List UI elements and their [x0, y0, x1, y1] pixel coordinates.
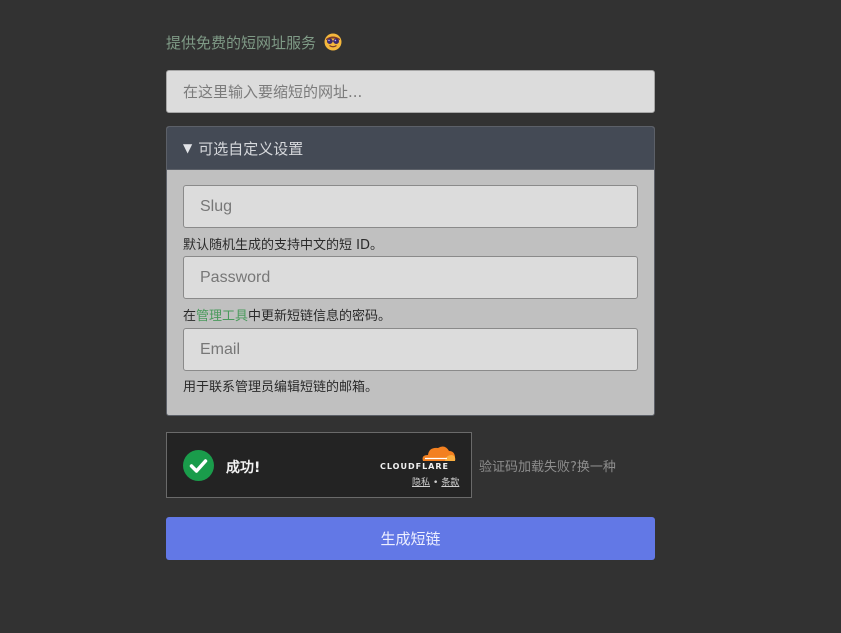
cloudflare-cloud-icon	[419, 443, 457, 463]
slug-hint: 默认随机生成的支持中文的短 ID。	[183, 238, 383, 253]
email-hint: 用于联系管理员编辑短链的邮箱。	[183, 380, 379, 395]
turnstile-captcha-widget: 成功! CLOUDFLARE 隐私 • 条款	[166, 432, 472, 498]
generate-short-link-button[interactable]: 生成短链	[166, 517, 655, 560]
url-input[interactable]	[166, 70, 655, 113]
admin-tool-link[interactable]: 管理工具	[196, 309, 248, 324]
emoji-cool-face-icon	[324, 33, 342, 51]
password-input[interactable]	[183, 256, 638, 299]
privacy-link[interactable]: 隐私	[412, 478, 430, 488]
optional-settings-label: 可选自定义设置	[198, 139, 304, 158]
tagline-text: 提供免费的短网址服务	[166, 33, 317, 52]
password-hint-suffix: 中更新短链信息的密码。	[248, 309, 392, 324]
terms-link[interactable]: 条款	[441, 478, 459, 488]
slug-input[interactable]	[183, 185, 638, 228]
success-check-icon	[183, 450, 214, 481]
cloudflare-logo-text: CLOUDFLARE	[380, 462, 449, 471]
email-input[interactable]	[183, 328, 638, 371]
captcha-status: 成功!	[226, 460, 261, 476]
optional-settings-panel: ▼ 可选自定义设置 默认随机生成的支持中文的短 ID。 在管理工具中更新短链信息…	[166, 126, 655, 416]
link-separator: •	[433, 478, 439, 488]
captcha-links: 隐私 • 条款	[412, 475, 459, 488]
password-hint: 在管理工具中更新短链信息的密码。	[183, 305, 391, 324]
tagline: 提供免费的短网址服务	[166, 30, 342, 54]
captcha-fallback-link[interactable]: 验证码加载失败?换一种	[479, 456, 616, 475]
optional-settings-toggle[interactable]: ▼ 可选自定义设置	[167, 127, 654, 170]
triangle-down-icon: ▼	[183, 141, 193, 155]
password-hint-prefix: 在	[183, 309, 197, 324]
